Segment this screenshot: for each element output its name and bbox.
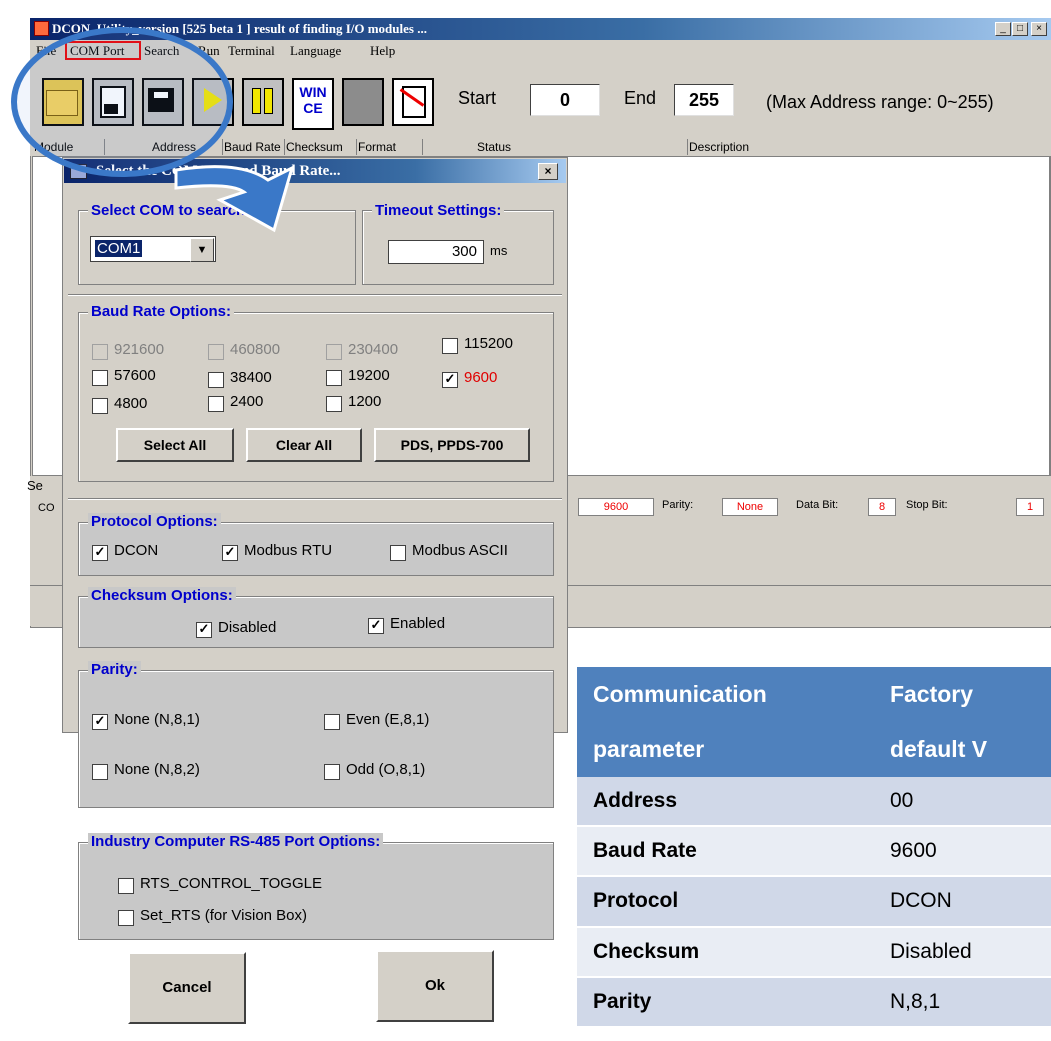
header-value-line1: Factory: [873, 667, 1051, 723]
param-value: DCON: [873, 876, 1051, 928]
table-header-row: Communication Factory: [577, 667, 1051, 723]
param-name: Checksum: [577, 926, 874, 978]
table-row: Checksum Disabled: [577, 926, 1051, 978]
table-row: Baud Rate 9600: [577, 826, 1051, 878]
header-param-line2: parameter: [577, 722, 874, 778]
param-name: Protocol: [577, 876, 874, 928]
table-row: Parity N,8,1: [577, 976, 1051, 1029]
highlight-circle: [11, 27, 233, 177]
param-name: Parity: [577, 976, 874, 1029]
header-param-line1: Communication: [577, 667, 874, 723]
param-value: 00: [873, 777, 1051, 828]
param-value: N,8,1: [873, 976, 1051, 1029]
param-value: Disabled: [873, 926, 1051, 978]
arrow-icon: [174, 165, 295, 233]
param-value: 9600: [873, 826, 1051, 878]
param-name: Baud Rate: [577, 826, 874, 878]
table-header-row: parameter default V: [577, 722, 1051, 778]
header-value-line2: default V: [873, 722, 1051, 778]
param-name: Address: [577, 777, 874, 828]
table-row: Address 00: [577, 777, 1051, 828]
table-row: Protocol DCON: [577, 876, 1051, 928]
parameter-table: Communication Factory parameter default …: [577, 667, 1051, 1029]
